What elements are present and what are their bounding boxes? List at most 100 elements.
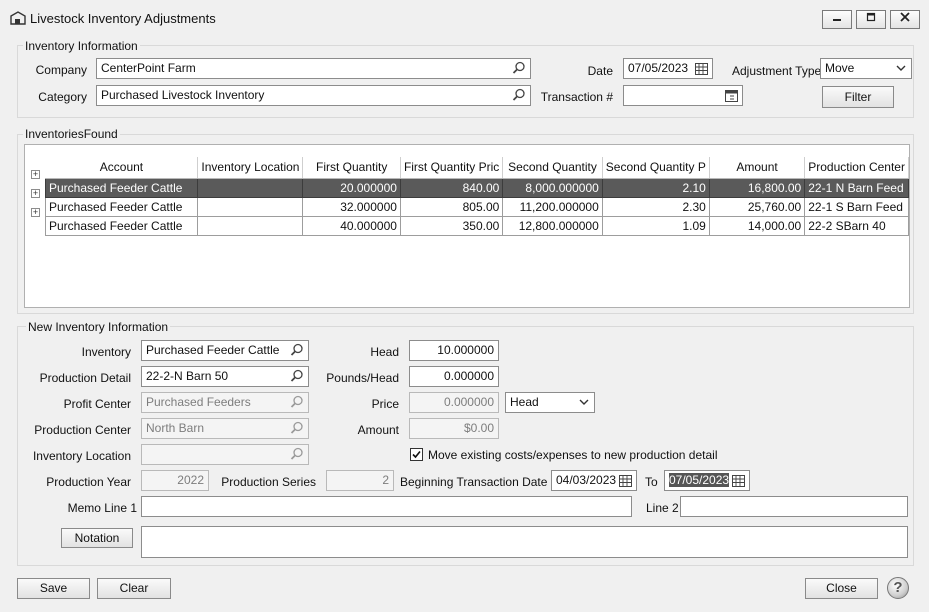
cell-location xyxy=(197,196,304,217)
move-costs-checkbox[interactable] xyxy=(410,448,423,461)
transaction-input[interactable] xyxy=(623,85,743,106)
memo-line-2-input[interactable] xyxy=(680,496,908,517)
company-input[interactable]: CenterPoint Farm xyxy=(96,58,531,79)
clear-button[interactable]: Clear xyxy=(97,578,171,599)
cell-account: Purchased Feeder Cattle xyxy=(44,177,199,198)
filter-button[interactable]: Filter xyxy=(822,86,894,108)
calendar-icon[interactable] xyxy=(694,61,709,76)
inventory-value: Purchased Feeder Cattle xyxy=(146,343,280,357)
close-icon xyxy=(900,12,910,22)
calendar-icon[interactable] xyxy=(731,473,746,488)
cell-first-quantity: 40.000000 xyxy=(302,215,401,236)
adjustment-type-value: Move xyxy=(825,61,855,75)
cell-location xyxy=(197,215,304,236)
column-header-inventory-location[interactable]: Inventory Location xyxy=(197,157,304,179)
row-expander-icon[interactable]: + xyxy=(31,170,40,179)
cell-amount: 16,800.00 xyxy=(708,177,806,198)
close-window-button[interactable] xyxy=(890,10,920,29)
profit-center-value: Purchased Feeders xyxy=(146,395,251,409)
price-unit-select[interactable]: Head xyxy=(505,392,595,413)
search-icon[interactable] xyxy=(512,61,526,75)
notation-input[interactable] xyxy=(141,526,908,558)
memo-line-1-label: Memo Line 1 xyxy=(67,501,137,515)
cell-amount: 14,000.00 xyxy=(708,215,806,236)
grid-header-row: Account Inventory Location First Quantit… xyxy=(45,157,909,179)
chevron-down-icon xyxy=(579,399,589,405)
adjustment-type-label: Adjustment Type xyxy=(732,64,822,78)
price-unit-value: Head xyxy=(510,395,539,409)
head-label: Head xyxy=(370,345,399,359)
date-input[interactable]: 07/05/2023 xyxy=(623,58,713,79)
search-icon[interactable] xyxy=(512,88,526,102)
column-header-first-quantity-price[interactable]: First Quantity Pric xyxy=(400,157,504,179)
production-center-value: North Barn xyxy=(146,421,205,435)
column-header-account[interactable]: Account xyxy=(45,157,199,179)
cell-amount: 25,760.00 xyxy=(708,196,806,217)
cell-second-quantity: 8,000.000000 xyxy=(502,177,603,198)
adjustment-type-select[interactable]: Move xyxy=(820,58,912,79)
row-expander-icon[interactable]: + xyxy=(31,189,40,198)
price-label: Price xyxy=(371,397,399,411)
notation-button[interactable]: Notation xyxy=(61,528,133,548)
cell-first-quantity: 20.000000 xyxy=(302,177,401,198)
production-series-label: Production Series xyxy=(221,475,316,489)
to-date-value: 07/05/2023 xyxy=(669,473,730,487)
beginning-date-value: 04/03/2023 xyxy=(556,473,617,487)
beginning-date-input[interactable]: 04/03/2023 xyxy=(551,470,637,491)
column-header-second-quantity[interactable]: Second Quantity xyxy=(502,157,603,179)
table-row[interactable]: Purchased Feeder Cattle 40.000000 350.00… xyxy=(44,215,909,236)
column-header-first-quantity[interactable]: First Quantity xyxy=(302,157,401,179)
inventory-label: Inventory xyxy=(81,345,131,359)
column-header-amount[interactable]: Amount xyxy=(709,157,806,179)
cell-account: Purchased Feeder Cattle xyxy=(44,215,199,236)
save-button[interactable]: Save xyxy=(17,578,90,599)
date-label: Date xyxy=(587,64,613,78)
cell-second-quantity: 12,800.000000 xyxy=(502,215,603,236)
cell-first-quantity-price: 350.00 xyxy=(399,215,504,236)
calendar-icon[interactable] xyxy=(724,88,739,103)
price-input: 0.000000 xyxy=(409,392,499,413)
inventory-input[interactable]: Purchased Feeder Cattle xyxy=(141,340,309,361)
date-value: 07/05/2023 xyxy=(628,61,689,75)
cell-location xyxy=(197,177,304,198)
amount-input: $0.00 xyxy=(409,418,499,439)
search-icon[interactable] xyxy=(290,343,304,357)
production-detail-input[interactable]: 22-2-N Barn 50 xyxy=(141,366,309,387)
row-expander-icon[interactable]: + xyxy=(31,208,40,217)
memo-line-1-input[interactable] xyxy=(141,496,632,517)
minimize-button[interactable] xyxy=(822,10,852,29)
restore-button[interactable] xyxy=(856,10,886,29)
to-date-input[interactable]: 07/05/2023 xyxy=(664,470,750,491)
cell-production-center: 22-1 N Barn Feed xyxy=(804,177,909,198)
production-series-input: 2 xyxy=(326,470,394,491)
cell-second-quantity-price: 1.09 xyxy=(601,215,710,236)
company-value: CenterPoint Farm xyxy=(101,61,196,75)
category-label: Category xyxy=(38,90,87,104)
inventory-information-group xyxy=(17,45,914,118)
column-header-second-quantity-price[interactable]: Second Quantity P xyxy=(602,157,710,179)
table-row[interactable]: Purchased Feeder Cattle 20.000000 840.00… xyxy=(44,177,909,198)
minimize-icon xyxy=(833,19,841,21)
pounds-head-label: Pounds/Head xyxy=(326,371,399,385)
table-row[interactable]: Purchased Feeder Cattle 32.000000 805.00… xyxy=(44,196,909,217)
cell-production-center: 22-1 S Barn Feed xyxy=(804,196,909,217)
cell-first-quantity: 32.000000 xyxy=(302,196,401,217)
move-costs-label[interactable]: Move existing costs/expenses to new prod… xyxy=(428,448,718,462)
category-input[interactable]: Purchased Livestock Inventory xyxy=(96,85,531,106)
search-icon[interactable] xyxy=(290,369,304,383)
inventory-information-legend: Inventory Information xyxy=(23,39,140,53)
close-button[interactable]: Close xyxy=(805,578,878,599)
search-icon xyxy=(290,395,303,408)
inventories-grid[interactable]: Account Inventory Location First Quantit… xyxy=(24,144,910,308)
head-input[interactable]: 10.000000 xyxy=(409,340,499,361)
calendar-icon[interactable] xyxy=(618,473,633,488)
to-label: To xyxy=(645,475,658,489)
production-detail-label: Production Detail xyxy=(39,371,131,385)
cell-first-quantity-price: 840.00 xyxy=(399,177,504,198)
company-label: Company xyxy=(35,63,87,77)
inventory-location-input xyxy=(141,444,309,465)
help-icon[interactable]: ? xyxy=(887,577,909,599)
column-header-production-center[interactable]: Production Center xyxy=(804,157,909,179)
profit-center-label: Profit Center xyxy=(63,397,131,411)
pounds-head-input[interactable]: 0.000000 xyxy=(409,366,499,387)
